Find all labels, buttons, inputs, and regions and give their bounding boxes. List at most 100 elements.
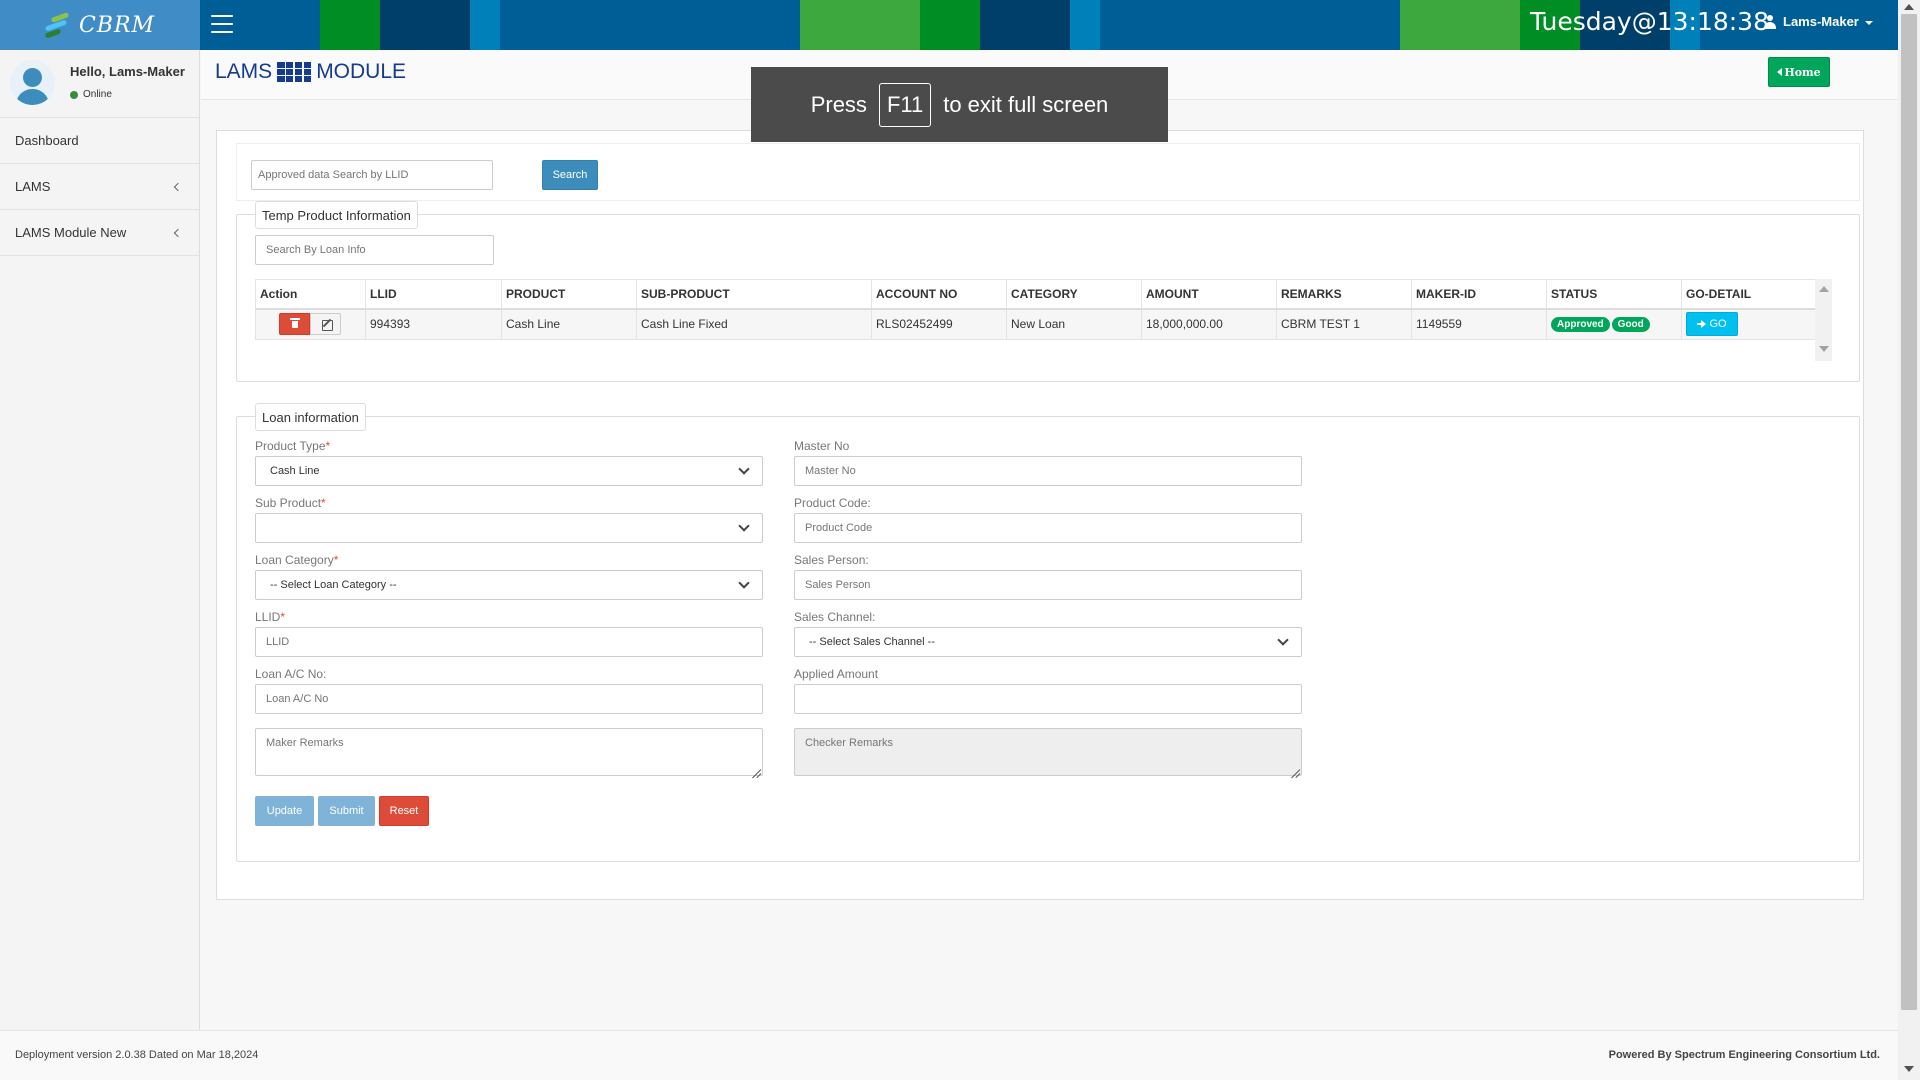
- top-navbar: CBRM Tuesday@13:18:38 Lams-Maker: [0, 0, 1898, 50]
- status-badge-good: Good: [1611, 317, 1650, 333]
- update-button[interactable]: Update: [255, 796, 314, 826]
- status-cell: Approved Good: [1546, 308, 1682, 340]
- user-icon: [1763, 14, 1777, 29]
- chevron-down-icon: [738, 577, 750, 589]
- submit-button[interactable]: Submit: [318, 796, 375, 826]
- chevron-down-icon: [1277, 634, 1289, 646]
- header-stripe: [320, 0, 380, 50]
- sales-channel-label: Sales Channel:: [794, 610, 876, 624]
- go-button-label: GO: [1709, 318, 1727, 331]
- scroll-down-icon[interactable]: [1819, 346, 1829, 352]
- sales-channel-value: -- Select Sales Channel --: [809, 636, 935, 648]
- llid-label-text: LLID: [255, 610, 281, 624]
- table-scrollbar[interactable]: [1815, 279, 1832, 361]
- column-header: LLID: [365, 279, 502, 310]
- sidebar-item-dashboard[interactable]: Dashboard: [0, 118, 199, 164]
- account-no-cell: RLS02452499: [871, 308, 1007, 340]
- sales-person-input[interactable]: [794, 570, 1302, 600]
- scroll-down-icon[interactable]: [1904, 1066, 1914, 1072]
- fullscreen-notice: Press F11 to exit full screen: [751, 67, 1168, 142]
- table-row: 994393 Cash Line Cash Line Fixed RLS0245…: [255, 308, 1816, 340]
- reset-button[interactable]: Reset: [379, 796, 429, 826]
- resize-grip-icon[interactable]: [751, 764, 761, 774]
- delete-button[interactable]: [279, 313, 310, 336]
- online-status-label: Online: [83, 89, 112, 100]
- sidebar-item-lams[interactable]: LAMS: [0, 164, 199, 210]
- required-marker: *: [325, 439, 331, 453]
- page-title: LAMS MODULE: [215, 60, 406, 84]
- sidebar-item-label: Dashboard: [15, 133, 79, 148]
- required-marker: *: [321, 496, 326, 510]
- applied-amount-input[interactable]: [794, 684, 1302, 714]
- llid-search-panel: Search: [236, 143, 1860, 201]
- brand-name: CBRM: [78, 12, 156, 38]
- edit-button[interactable]: [310, 313, 341, 336]
- sidebar-item-label: LAMS: [15, 179, 51, 194]
- chevron-down-icon: [738, 463, 750, 475]
- loan-info-legend: Loan information: [255, 403, 366, 431]
- header-stripe: [1400, 0, 1520, 50]
- go-detail-cell: GO: [1681, 308, 1816, 340]
- llid-label: LLID*: [255, 610, 285, 624]
- search-button[interactable]: Search: [542, 160, 598, 190]
- llid-cell: 994393: [365, 308, 502, 340]
- page-title-right: MODULE: [316, 60, 407, 83]
- sales-channel-select[interactable]: -- Select Sales Channel --: [794, 627, 1302, 657]
- header-stripe: [980, 0, 1070, 50]
- llid-search-input[interactable]: [251, 160, 493, 190]
- brand-logo[interactable]: CBRM: [0, 0, 200, 50]
- temp-product-table-wrap: Action LLID PRODUCT SUB-PRODUCT ACCOUNT …: [255, 279, 1832, 361]
- column-header: REMARKS: [1276, 279, 1412, 310]
- column-header: AMOUNT: [1141, 279, 1277, 310]
- user-menu-label: Lams-Maker: [1783, 14, 1859, 29]
- required-marker: *: [280, 610, 286, 624]
- loan-info-search-input[interactable]: [255, 235, 494, 265]
- loan-ac-no-input[interactable]: [255, 684, 763, 714]
- llid-input[interactable]: [255, 627, 763, 657]
- fullscreen-notice-prefix: Press: [810, 91, 867, 117]
- f11-key: F11: [878, 82, 932, 127]
- product-code-input[interactable]: [794, 513, 1302, 543]
- temp-product-table: Action LLID PRODUCT SUB-PRODUCT ACCOUNT …: [255, 279, 1816, 340]
- page-title-left: LAMS: [215, 60, 273, 83]
- category-cell: New Loan: [1006, 308, 1142, 340]
- product-type-label: Product Type*: [255, 439, 330, 453]
- loan-info-fieldset: Loan information Product Type* Cash Line…: [236, 403, 1860, 862]
- header-stripe: [920, 0, 980, 50]
- user-menu-dropdown[interactable]: Lams-Maker: [1763, 14, 1873, 29]
- column-header: STATUS: [1546, 279, 1682, 310]
- deployment-version: Deployment version 2.0.38 Dated on Mar 1…: [15, 1049, 259, 1061]
- master-no-label: Master No: [794, 439, 850, 453]
- home-button[interactable]: Home: [1768, 57, 1830, 87]
- loan-category-select[interactable]: -- Select Loan Category --: [255, 570, 763, 600]
- go-detail-button[interactable]: GO: [1686, 312, 1738, 337]
- home-button-label: Home: [1784, 65, 1821, 79]
- required-marker: *: [333, 553, 339, 567]
- column-header: CATEGORY: [1006, 279, 1142, 310]
- page-scrollbar[interactable]: [1898, 0, 1920, 1080]
- sub-product-label-text: Sub Product: [255, 496, 322, 510]
- master-no-input[interactable]: [794, 456, 1302, 486]
- sidebar-toggle-icon[interactable]: [211, 15, 233, 33]
- table-header-row: Action LLID PRODUCT SUB-PRODUCT ACCOUNT …: [255, 279, 1816, 310]
- sub-product-select[interactable]: [255, 513, 763, 543]
- applied-amount-label: Applied Amount: [794, 667, 879, 681]
- status-badge-approved: Approved: [1551, 317, 1610, 333]
- column-header: ACCOUNT NO: [871, 279, 1007, 310]
- sidebar-item-lams-module-new[interactable]: LAMS Module New: [0, 210, 199, 256]
- maker-remarks-textarea[interactable]: [255, 728, 763, 776]
- footer: Deployment version 2.0.38 Dated on Mar 1…: [0, 1030, 1898, 1080]
- scrollbar-thumb[interactable]: [1901, 14, 1917, 1010]
- header-clock: Tuesday@13:18:38: [1530, 7, 1769, 36]
- online-dot-icon: [70, 90, 78, 99]
- sales-person-label: Sales Person:: [794, 553, 869, 567]
- remarks-cell: CBRM TEST 1: [1276, 308, 1412, 340]
- product-type-select[interactable]: Cash Line: [255, 456, 763, 486]
- scroll-up-icon[interactable]: [1819, 286, 1829, 292]
- scroll-up-icon[interactable]: [1904, 4, 1914, 10]
- header-stripe: [470, 0, 500, 50]
- header-stripe: [800, 0, 920, 50]
- column-header: MAKER-ID: [1411, 279, 1547, 310]
- chevron-down-icon: [738, 520, 750, 532]
- column-header: SUB-PRODUCT: [636, 279, 872, 310]
